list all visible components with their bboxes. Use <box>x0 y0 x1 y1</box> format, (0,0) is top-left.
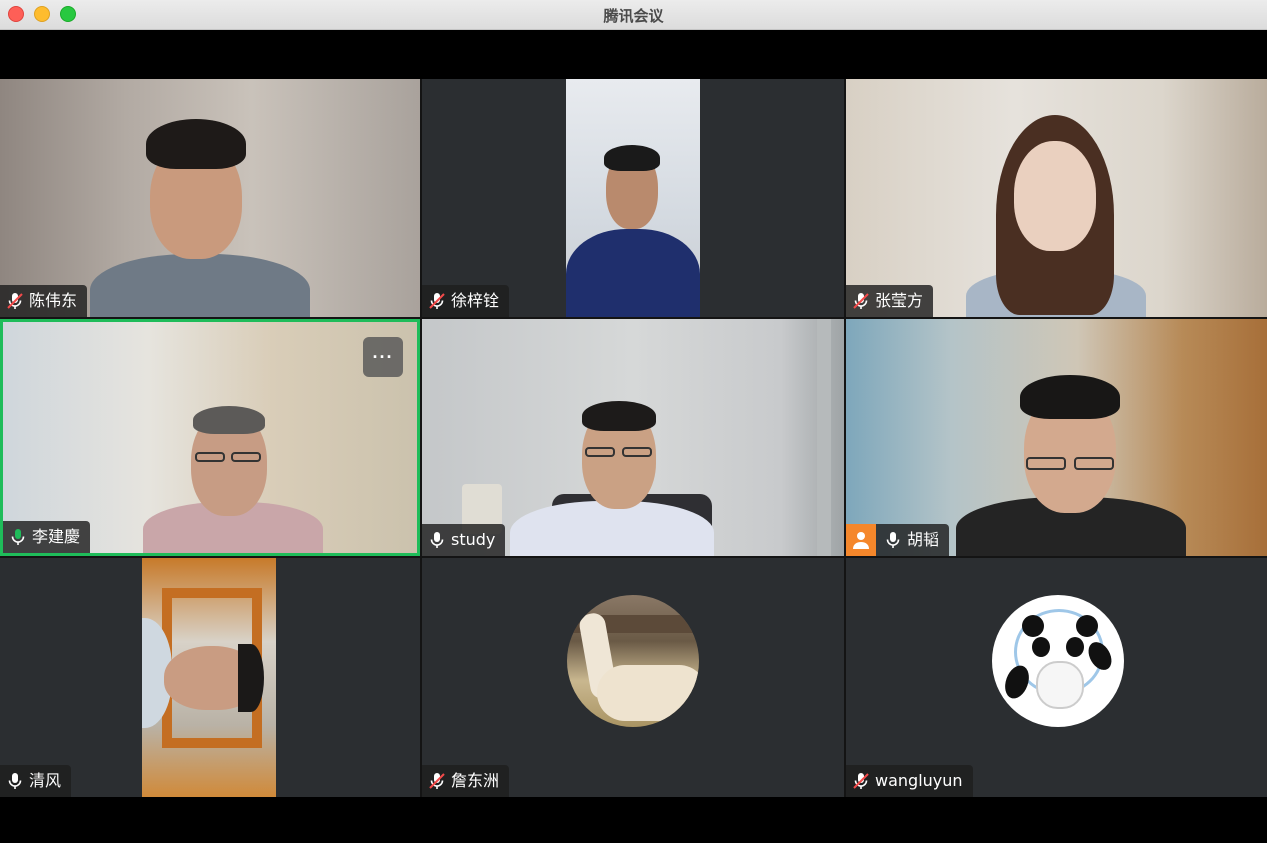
video-feed <box>3 322 417 553</box>
participant-tile[interactable]: 胡韬 <box>846 319 1267 556</box>
participant-tile[interactable]: 詹东洲 <box>422 558 844 797</box>
name-tag: wangluyun <box>846 765 973 797</box>
name-tag: 李建慶 <box>3 521 91 553</box>
mic-icon[interactable] <box>4 765 26 797</box>
video-feed <box>142 558 276 797</box>
mic-speaking-icon[interactable] <box>7 521 29 553</box>
top-bar <box>0 30 1267 78</box>
name-tag: 徐梓铨 <box>422 285 510 317</box>
more-options-button[interactable]: ··· <box>363 337 403 377</box>
video-grid: 陈伟东 徐梓铨 张莹方 ··· 李建慶 study 胡韬 清风 詹东洲 wang… <box>0 79 1267 797</box>
name-tag: 胡韬 <box>846 524 950 556</box>
name-tag: 詹东洲 <box>422 765 510 797</box>
mic-muted-icon[interactable] <box>850 285 872 317</box>
panda-mascot-avatar <box>992 595 1124 727</box>
participant-name: wangluyun <box>875 771 963 790</box>
window-title: 腾讯会议 <box>603 7 664 25</box>
mic-icon[interactable] <box>882 524 904 556</box>
participant-tile[interactable]: 陈伟东 <box>0 79 420 317</box>
participant-name: 徐梓铨 <box>451 291 500 310</box>
video-feed <box>422 319 844 556</box>
participant-tile[interactable]: 张莹方 <box>846 79 1267 317</box>
name-tag: 清风 <box>0 765 72 797</box>
participant-name: 清风 <box>29 771 62 790</box>
participant-tile[interactable]: 清风 <box>0 558 420 797</box>
mic-muted-icon[interactable] <box>426 285 448 317</box>
name-tag: study <box>422 524 506 556</box>
mic-icon[interactable] <box>426 524 448 556</box>
participant-name: 胡韬 <box>907 530 940 549</box>
participant-tile[interactable]: wangluyun <box>846 558 1267 797</box>
alpaca-avatar <box>567 595 699 727</box>
participant-name: 陈伟东 <box>29 291 78 310</box>
participant-tile-active[interactable]: ··· 李建慶 <box>0 319 420 556</box>
name-tag: 陈伟东 <box>0 285 88 317</box>
name-tag: 张莹方 <box>846 285 934 317</box>
video-feed <box>846 79 1267 317</box>
host-person-icon <box>846 524 876 556</box>
participant-name: 詹东洲 <box>451 771 500 790</box>
mic-muted-icon[interactable] <box>426 765 448 797</box>
more-options-label: ··· <box>372 346 394 367</box>
bottom-bar <box>0 797 1267 843</box>
mic-muted-icon[interactable] <box>850 765 872 797</box>
title-bar: 腾讯会议 <box>0 0 1267 30</box>
video-feed <box>846 319 1267 556</box>
video-feed <box>566 79 700 317</box>
participant-tile[interactable]: 徐梓铨 <box>422 79 844 317</box>
participant-name: 李建慶 <box>32 527 81 546</box>
video-feed <box>0 79 420 317</box>
participant-name: study <box>451 530 496 549</box>
participant-tile[interactable]: study <box>422 319 844 556</box>
participant-name: 张莹方 <box>875 291 924 310</box>
mic-muted-icon[interactable] <box>4 285 26 317</box>
